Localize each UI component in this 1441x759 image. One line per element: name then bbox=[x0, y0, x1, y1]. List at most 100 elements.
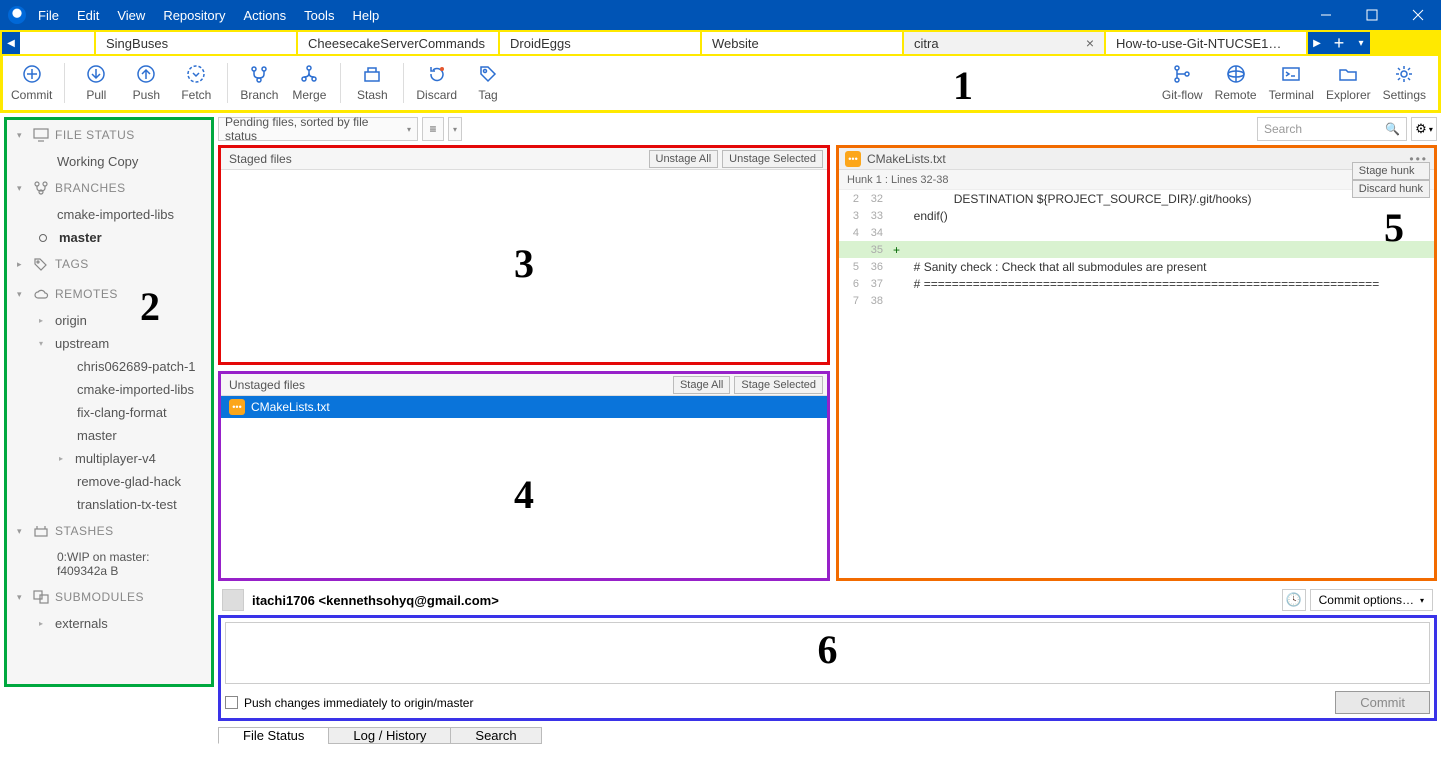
staged-body[interactable]: 3 bbox=[221, 170, 827, 362]
minimize-button[interactable] bbox=[1303, 0, 1349, 30]
sidebar-upstream-6[interactable]: translation-tx-test bbox=[7, 493, 211, 516]
repo-tab-citra[interactable]: citra× bbox=[904, 32, 1106, 54]
unstaged-body[interactable]: ••• CMakeLists.txt 4 bbox=[221, 396, 827, 578]
discard-button[interactable]: Discard bbox=[410, 64, 463, 102]
tab-log-history[interactable]: Log / History bbox=[328, 727, 451, 744]
bottom-tabs: File Status Log / History Search bbox=[218, 727, 1437, 744]
menu-view[interactable]: View bbox=[117, 8, 145, 23]
push-immediately-checkbox[interactable] bbox=[225, 696, 238, 709]
terminal-button[interactable]: Terminal bbox=[1263, 64, 1320, 102]
close-tab-icon[interactable]: × bbox=[1086, 35, 1094, 51]
sidebar-submodule-externals[interactable]: ▸externals bbox=[7, 612, 211, 635]
diff-body[interactable]: 5 232 DESTINATION ${PROJECT_SOURCE_DIR}/… bbox=[839, 190, 1434, 309]
repo-tab-droideggs[interactable]: DroidEggs bbox=[500, 32, 702, 54]
sidebar: ▾FILE STATUS Working Copy ▾BRANCHES cmak… bbox=[7, 120, 211, 684]
filter-row: Pending files, sorted by file status▾ ≡ … bbox=[218, 117, 1437, 141]
new-tab-button[interactable]: + bbox=[1326, 32, 1352, 54]
sidebar-header-file-status[interactable]: ▾FILE STATUS bbox=[7, 120, 211, 150]
tab-search[interactable]: Search bbox=[450, 727, 541, 744]
repo-tab-blank[interactable] bbox=[20, 32, 96, 54]
diff-line[interactable]: 738 bbox=[839, 292, 1434, 309]
sidebar-upstream-5[interactable]: remove-glad-hack bbox=[7, 470, 211, 493]
merge-button[interactable]: Merge bbox=[284, 64, 334, 102]
sidebar-branch-cmake[interactable]: cmake-imported-libs bbox=[7, 203, 211, 226]
list-view-dd[interactable]: ▾ bbox=[448, 117, 462, 141]
tabs-scroll-left[interactable]: ◀ bbox=[2, 32, 20, 54]
remote-button[interactable]: Remote bbox=[1209, 64, 1263, 102]
sidebar-upstream-0[interactable]: chris062689-patch-1 bbox=[7, 355, 211, 378]
remote-icon bbox=[1226, 64, 1246, 84]
unstaged-file-row[interactable]: ••• CMakeLists.txt bbox=[221, 396, 827, 418]
stash-icon bbox=[362, 64, 382, 84]
annotation-3: 3 bbox=[514, 240, 534, 287]
diff-line[interactable]: 637 # ==================================… bbox=[839, 275, 1434, 292]
diff-line[interactable]: 333 endif() bbox=[839, 207, 1434, 224]
sidebar-item-working-copy[interactable]: Working Copy bbox=[7, 150, 211, 173]
sidebar-upstream-1[interactable]: cmake-imported-libs bbox=[7, 378, 211, 401]
commit-icon bbox=[22, 64, 42, 84]
tag-button[interactable]: Tag bbox=[463, 64, 513, 102]
sidebar-header-stashes[interactable]: ▾STASHES bbox=[7, 516, 211, 546]
diff-line[interactable]: 232 DESTINATION ${PROJECT_SOURCE_DIR}/.g… bbox=[839, 190, 1434, 207]
stage-hunk-button[interactable]: Stage hunk bbox=[1352, 162, 1430, 180]
window-controls bbox=[1303, 0, 1441, 30]
sidebar-branch-master[interactable]: master bbox=[7, 226, 211, 249]
repo-tab-singbuses[interactable]: SingBuses bbox=[96, 32, 298, 54]
sidebar-header-tags[interactable]: ▸TAGS bbox=[7, 249, 211, 279]
search-icon: 🔍 bbox=[1385, 122, 1400, 136]
sidebar-header-remotes[interactable]: ▾REMOTES bbox=[7, 279, 211, 309]
search-input[interactable]: Search🔍 bbox=[1257, 117, 1407, 141]
push-button[interactable]: Push bbox=[121, 64, 171, 102]
author-text: itachi1706 <kennethsohyq@gmail.com> bbox=[252, 593, 499, 608]
repo-tab-howtogit[interactable]: How-to-use-Git-NTUCSE1… bbox=[1106, 32, 1308, 54]
sort-dropdown[interactable]: Pending files, sorted by file status▾ bbox=[218, 117, 418, 141]
branch-button[interactable]: Branch bbox=[234, 64, 284, 102]
sidebar-upstream-4[interactable]: ▸multiplayer-v4 bbox=[7, 447, 211, 470]
unstage-all-button[interactable]: Unstage All bbox=[649, 150, 719, 168]
submodule-icon bbox=[33, 590, 49, 604]
sidebar-remote-origin[interactable]: ▸origin bbox=[7, 309, 211, 332]
fetch-button[interactable]: Fetch bbox=[171, 64, 221, 102]
menu-file[interactable]: File bbox=[38, 8, 59, 23]
sidebar-header-submodules[interactable]: ▾SUBMODULES bbox=[7, 582, 211, 612]
stage-selected-button[interactable]: Stage Selected bbox=[734, 376, 823, 394]
commit-options-dropdown[interactable]: Commit options…▾ bbox=[1310, 589, 1433, 611]
menu-tools[interactable]: Tools bbox=[304, 8, 334, 23]
sidebar-upstream-3[interactable]: master bbox=[7, 424, 211, 447]
commit-button[interactable]: Commit bbox=[5, 64, 58, 102]
tabs-menu[interactable]: ▾ bbox=[1352, 32, 1370, 54]
commit-message-input[interactable] bbox=[225, 622, 1430, 684]
gitflow-button[interactable]: Git-flow bbox=[1156, 64, 1209, 102]
sidebar-stash-0[interactable]: 0:WIP on master: f409342a B bbox=[7, 546, 211, 582]
sidebar-header-branches[interactable]: ▾BRANCHES bbox=[7, 173, 211, 203]
repo-tab-cheesecake[interactable]: CheesecakeServerCommands bbox=[298, 32, 500, 54]
stash-button[interactable]: Stash bbox=[347, 64, 397, 102]
tab-file-status[interactable]: File Status bbox=[218, 727, 329, 744]
branch-icon bbox=[249, 64, 269, 84]
diff-line[interactable]: 434 bbox=[839, 224, 1434, 241]
list-view-button[interactable]: ≡ bbox=[422, 117, 444, 141]
commit-history-button[interactable]: 🕓 bbox=[1282, 589, 1306, 611]
menu-edit[interactable]: Edit bbox=[77, 8, 99, 23]
commit-submit-button[interactable]: Commit bbox=[1335, 691, 1430, 714]
diff-line[interactable]: 536 # Sanity check : Check that all subm… bbox=[839, 258, 1434, 275]
app-logo-icon bbox=[8, 6, 26, 24]
explorer-button[interactable]: Explorer bbox=[1320, 64, 1377, 102]
menu-actions[interactable]: Actions bbox=[243, 8, 286, 23]
staged-pane: Staged files Unstage All Unstage Selecte… bbox=[218, 145, 830, 365]
unstage-selected-button[interactable]: Unstage Selected bbox=[722, 150, 823, 168]
diff-line[interactable]: 35 bbox=[839, 241, 1434, 258]
view-settings-button[interactable]: ⚙▾ bbox=[1411, 117, 1437, 141]
close-button[interactable] bbox=[1395, 0, 1441, 30]
sidebar-upstream-2[interactable]: fix-clang-format bbox=[7, 401, 211, 424]
menu-help[interactable]: Help bbox=[352, 8, 379, 23]
tabs-scroll-right[interactable]: ▶ bbox=[1308, 32, 1326, 54]
sidebar-remote-upstream[interactable]: ▾upstream bbox=[7, 332, 211, 355]
maximize-button[interactable] bbox=[1349, 0, 1395, 30]
repo-tab-website[interactable]: Website bbox=[702, 32, 904, 54]
pull-button[interactable]: Pull bbox=[71, 64, 121, 102]
staged-header: Staged files Unstage All Unstage Selecte… bbox=[221, 148, 827, 170]
settings-button[interactable]: Settings bbox=[1377, 64, 1432, 102]
menu-repository[interactable]: Repository bbox=[163, 8, 225, 23]
stage-all-button[interactable]: Stage All bbox=[673, 376, 730, 394]
